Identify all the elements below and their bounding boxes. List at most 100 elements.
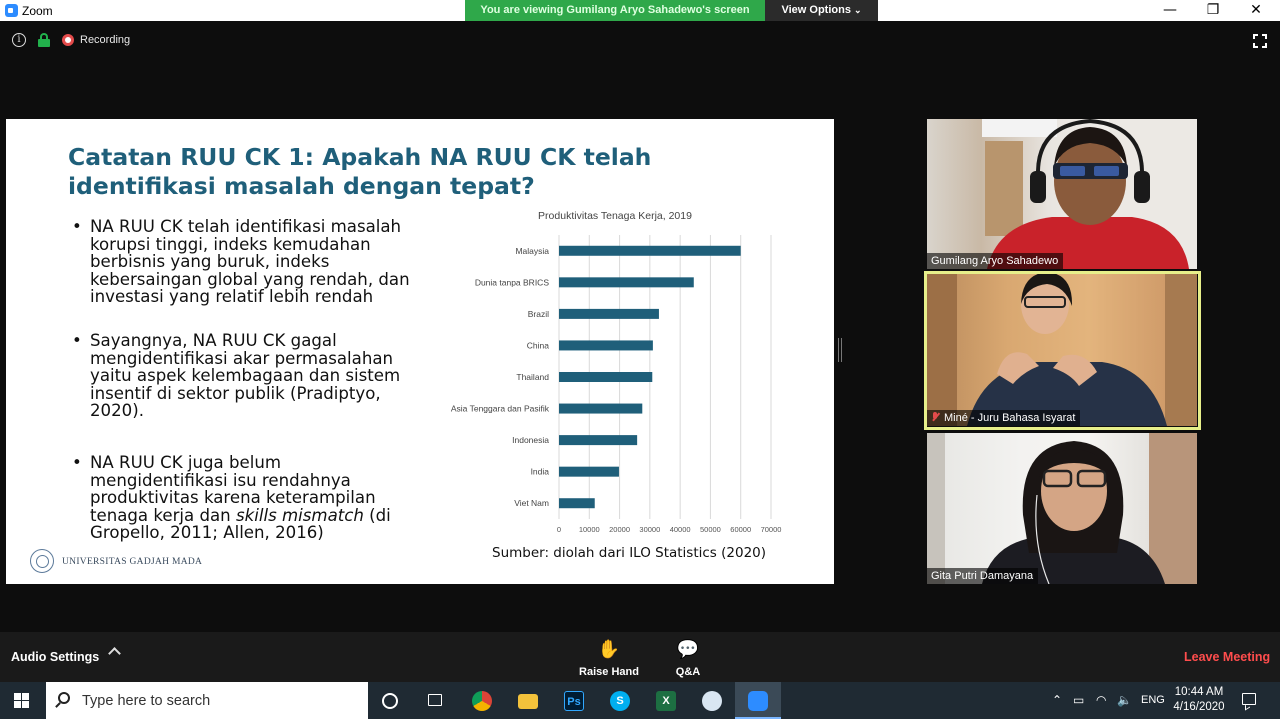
chrome-taskbar-button[interactable] — [459, 682, 505, 719]
participant-name: Gita Putri Damayana — [927, 568, 1039, 584]
chart-bar — [559, 372, 653, 382]
bullet-text: Sayangnya, NA RUU CK gagal mengidentifik… — [90, 331, 401, 421]
chart-category-label: Indonesia — [512, 435, 549, 445]
bullet-mark: • — [72, 217, 82, 236]
bullet-mark: • — [72, 453, 82, 472]
recording-icon — [62, 34, 74, 46]
clock-date: 4/16/2020 — [1173, 701, 1225, 713]
zoom-taskbar-button[interactable] — [735, 682, 781, 719]
volume-icon[interactable]: 🔈 — [1117, 693, 1132, 707]
chevron-up-icon[interactable] — [108, 647, 121, 660]
taskbar-search[interactable] — [46, 682, 368, 719]
bullet-text: NA RUU CK juga belum mengidentifikasi is… — [90, 454, 422, 542]
chart-category-label: Dunia tanpa BRICS — [475, 277, 550, 287]
chart-tick-label: 0 — [557, 525, 561, 534]
chart-category-label: Asia Tenggara dan Pasifik — [451, 404, 550, 414]
raise-hand-label: Raise Hand — [579, 666, 639, 678]
chart-tick-label: 70000 — [761, 525, 782, 534]
chart-bar — [559, 403, 643, 414]
chart-bar — [559, 498, 595, 509]
chart-tick-label: 40000 — [670, 525, 691, 534]
chevron-down-icon: ⌄ — [853, 5, 862, 15]
qa-label: Q&A — [675, 666, 701, 678]
chart-bar — [559, 308, 659, 319]
minimize-button[interactable]: — — [1150, 0, 1190, 21]
chart-category-label: Malaysia — [515, 246, 549, 256]
photoshop-button[interactable]: Ps — [551, 682, 597, 719]
chart-bar — [559, 466, 619, 477]
chart-category-label: Thailand — [516, 372, 549, 382]
wifi-icon[interactable]: ◠ — [1096, 693, 1106, 707]
chart-tick-label: 60000 — [730, 525, 751, 534]
chart-source: Sumber: diolah dari ILO Statistics (2020… — [492, 545, 767, 561]
chart-tick-label: 30000 — [639, 525, 660, 534]
zoom-icon — [748, 691, 768, 711]
bullet-text-italic: skills mismatch — [235, 505, 364, 525]
chart-title: Produktivitas Tenaga Kerja, 2019 — [538, 210, 692, 222]
task-view-icon — [428, 694, 442, 706]
window-title: Zoom — [22, 4, 53, 18]
qa-button[interactable]: 💬 Q&A — [658, 638, 718, 678]
photoshop-icon: Ps — [564, 691, 584, 711]
audio-settings-button[interactable]: Audio Settings — [11, 650, 99, 664]
raise-hand-button[interactable]: ✋ Raise Hand — [579, 638, 639, 678]
close-button[interactable]: ✕ — [1236, 0, 1276, 21]
speech-bubbles-icon: 💬 — [676, 639, 700, 660]
show-hidden-icons-icon[interactable]: ⌃ — [1052, 693, 1062, 707]
panel-resize-handle[interactable] — [838, 338, 842, 362]
skype-button[interactable]: S — [597, 682, 643, 719]
participant-name: Miné - Juru Bahasa Isyarat — [927, 410, 1081, 426]
chrome-icon — [472, 691, 492, 711]
file-explorer-icon — [518, 694, 538, 709]
lock-icon[interactable] — [38, 33, 50, 47]
university-name: UNIVERSITAS GADJAH MADA — [62, 557, 203, 567]
excel-icon: X — [656, 691, 676, 711]
cortana-icon — [382, 693, 398, 709]
view-options-button[interactable]: View Options ⌄ — [765, 0, 878, 21]
clock-time: 10:44 AM — [1174, 686, 1224, 698]
notification-icon[interactable] — [1242, 693, 1256, 705]
chart-category-label: China — [527, 340, 549, 350]
file-explorer-button[interactable] — [505, 682, 551, 719]
windows-start-icon[interactable] — [14, 693, 30, 709]
chart-tick-label: 10000 — [579, 525, 600, 534]
video-tile-gita[interactable]: Gita Putri Damayana — [927, 433, 1197, 584]
taskbar-clock[interactable]: 10:44 AM 4/16/2020 — [1172, 685, 1226, 715]
search-icon — [58, 692, 70, 704]
participant-video — [982, 119, 1197, 269]
chart-category-label: Viet Nam — [514, 498, 549, 508]
video-tile-mine[interactable]: Miné - Juru Bahasa Isyarat — [927, 274, 1197, 426]
zoom-window: Zoom You are viewing Gumilang Aryo Sahad… — [0, 0, 1280, 719]
participant-name-text: Miné - Juru Bahasa Isyarat — [944, 412, 1076, 424]
view-options-label: View Options — [781, 4, 851, 16]
participant-video — [927, 274, 1197, 426]
chart-category-label: Brazil — [528, 309, 549, 319]
excel-button[interactable]: X — [643, 682, 689, 719]
title-bar: Zoom You are viewing Gumilang Aryo Sahad… — [0, 0, 1280, 21]
paint-button[interactable] — [689, 682, 735, 719]
windows-taskbar: Ps S X ⌃ ▭ ◠ 🔈 ENG 10:44 AM 4/16/2020 — [0, 682, 1280, 719]
shared-screen-slide: Catatan RUU CK 1: Apakah NA RUU CK telah… — [6, 119, 834, 584]
productivity-bar-chart: Produktivitas Tenaga Kerja, 2019 0 10000 20… — [451, 210, 782, 534]
bullet-mark: • — [72, 331, 82, 350]
hand-icon: ✋ — [597, 639, 621, 660]
chart-category-label: India — [531, 467, 550, 477]
paint-icon — [702, 691, 722, 711]
cortana-button[interactable] — [367, 682, 413, 719]
battery-icon[interactable]: ▭ — [1073, 693, 1084, 707]
fullscreen-icon[interactable] — [1253, 34, 1267, 48]
slide-bullet: • NA RUU CK juga belum mengidentifikasi … — [72, 454, 422, 542]
video-tile-gumilang[interactable]: Gumilang Aryo Sahadewo — [927, 119, 1197, 269]
info-icon[interactable]: i — [12, 33, 26, 47]
leave-meeting-button[interactable]: Leave Meeting — [1184, 650, 1270, 664]
language-indicator[interactable]: ENG — [1141, 694, 1165, 706]
viewing-screen-banner: You are viewing Gumilang Aryo Sahadewo's… — [465, 0, 765, 21]
mic-muted-icon — [931, 412, 939, 422]
chart-bar — [559, 277, 694, 288]
slide-bullet: • NA RUU CK telah identifikasi masalah k… — [72, 218, 422, 306]
chart-bar — [559, 340, 653, 351]
restore-button[interactable]: ❐ — [1193, 0, 1233, 21]
task-view-button[interactable] — [412, 682, 458, 719]
search-input[interactable] — [82, 682, 362, 719]
slide-title: Catatan RUU CK 1: Apakah NA RUU CK telah… — [68, 143, 652, 200]
